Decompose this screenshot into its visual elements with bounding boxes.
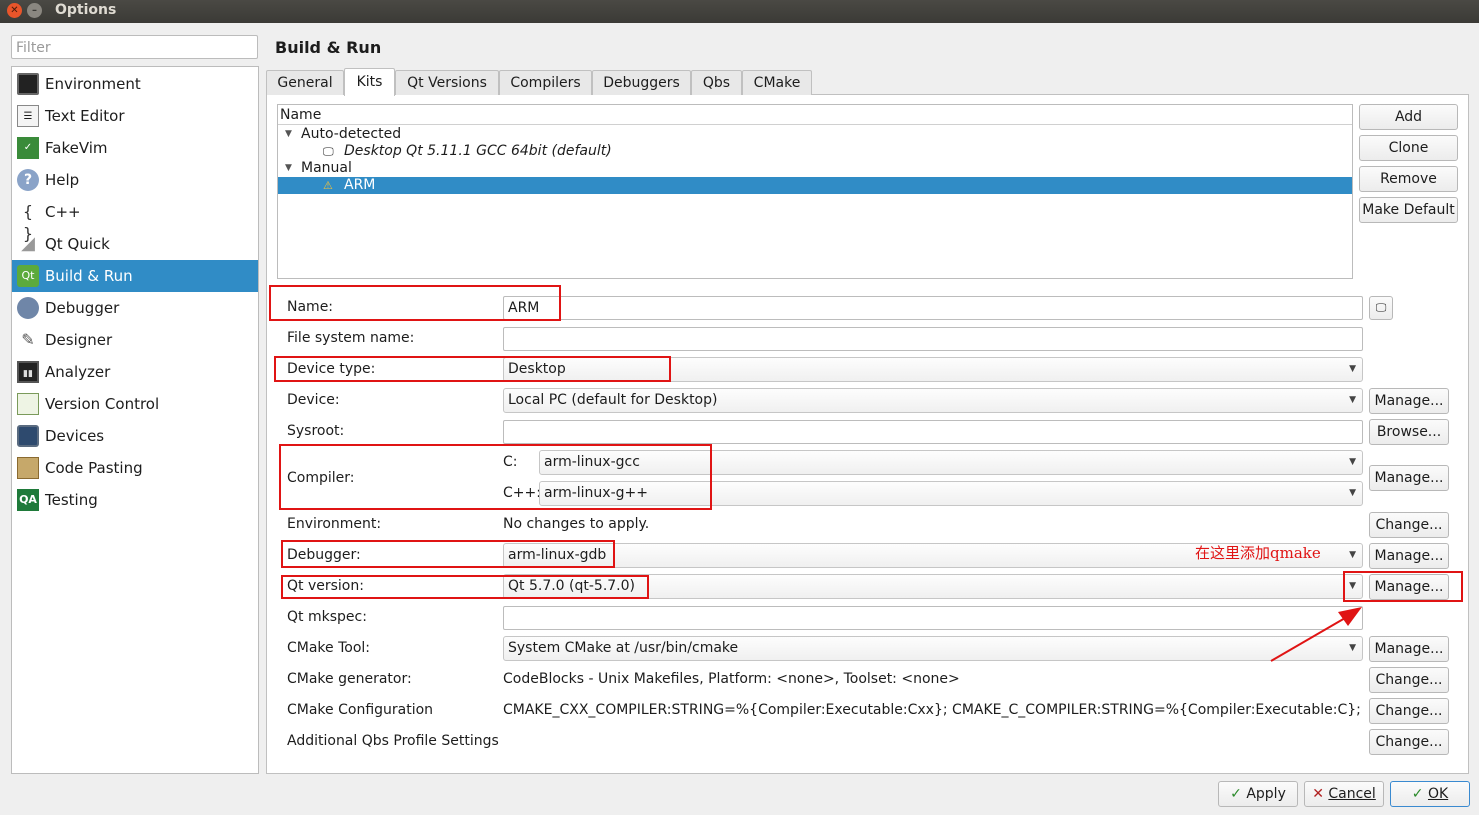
ok-button[interactable]: ✓ OK (1390, 781, 1470, 807)
cancel-button[interactable]: ✕ Cancel (1304, 781, 1384, 807)
check-icon: ✓ (1230, 786, 1242, 802)
check-icon: ✓ (1411, 786, 1424, 802)
tab-kits[interactable]: Kits (344, 68, 395, 96)
apply-button[interactable]: ✓ Apply (1218, 781, 1298, 807)
cancel-icon: ✕ (1312, 786, 1324, 802)
annotation-arrow (1270, 607, 1362, 662)
